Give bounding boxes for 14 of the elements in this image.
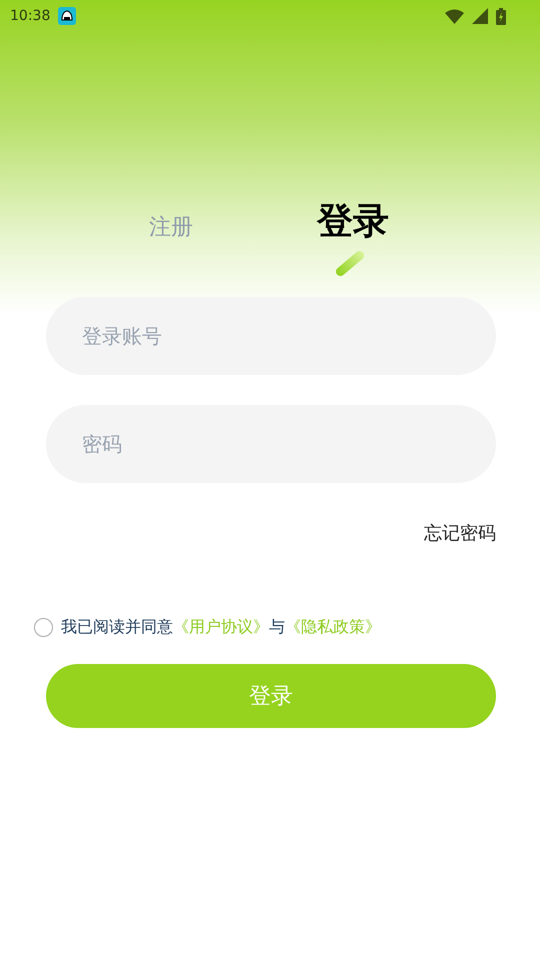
signal-icon: [472, 8, 488, 24]
input-field[interactable]: 登录账号: [46, 297, 496, 375]
login-button[interactable]: 登录: [46, 664, 496, 728]
policy-link[interactable]: 《隐私政策》: [285, 617, 381, 636]
policy-link[interactable]: 《用户协议》: [173, 617, 269, 636]
app-notification-icon: [58, 7, 76, 25]
battery-icon: [496, 8, 506, 24]
forgot-password-link[interactable]: 忘记密码: [424, 521, 496, 545]
status-time: 10:38: [10, 8, 50, 24]
agreement-checkbox[interactable]: [34, 618, 53, 637]
wifi-icon: [445, 8, 464, 24]
input-field[interactable]: 密码: [46, 405, 496, 483]
agreement-text: 我已阅读并同意《用户协议》与《隐私政策》: [61, 617, 381, 638]
tab[interactable]: 注册: [149, 216, 193, 270]
